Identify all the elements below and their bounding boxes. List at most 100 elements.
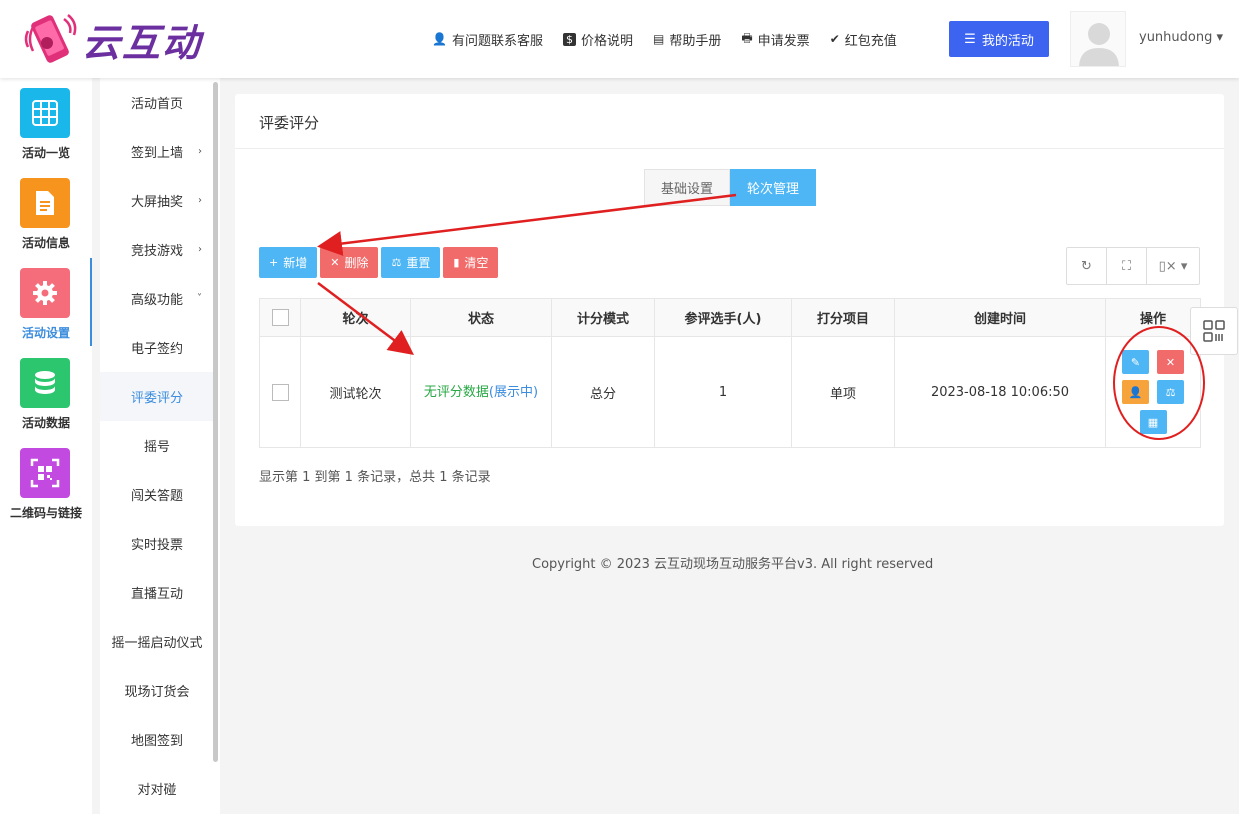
clear-button[interactable]: ▮ 清空	[443, 247, 499, 278]
sub-item-judge-scoring[interactable]: 评委评分	[100, 372, 214, 421]
nav-recharge[interactable]: ✔ 红包充值	[830, 30, 897, 49]
list-icon: ☰	[964, 31, 976, 47]
refresh-icon[interactable]: ↻	[1067, 248, 1107, 284]
top-header: 云互动 👤 有问题联系客服 $ 价格说明 ▤ 帮助手册 🖶 申请发票 ✔ 红包充…	[0, 0, 1239, 78]
edit-button[interactable]: ✎	[1122, 350, 1149, 374]
sub-item-order-fair[interactable]: 现场订货会	[100, 666, 214, 715]
fullscreen-icon[interactable]: ⛶	[1107, 248, 1147, 284]
caret-down-icon: ▾	[1216, 30, 1224, 45]
sub-label: 竞技游戏	[130, 244, 183, 259]
nav-label: 红包充值	[844, 33, 897, 49]
table-toolbar: + 新增 ✕ 删除 ⚖ 重置 ▮ 清空	[259, 247, 501, 278]
reset-button[interactable]: ⚖ 重置	[381, 247, 441, 278]
floating-qrcode-button[interactable]	[1190, 307, 1238, 355]
sub-item-number-draw[interactable]: 摇号	[100, 421, 214, 470]
cell-item: 单项	[791, 336, 895, 448]
sub-item-games[interactable]: 竞技游戏 ›	[100, 225, 214, 274]
cell-status: 无评分数据(展示中)	[410, 336, 552, 448]
brand-logo[interactable]: 云互动	[22, 10, 232, 68]
nav-label: 申请发票	[757, 33, 810, 49]
sub-item-lottery[interactable]: 大屏抽奖 ›	[100, 176, 214, 225]
gavel-icon: ⚖	[391, 256, 402, 269]
sub-item-map-signin[interactable]: 地图签到	[100, 715, 214, 764]
printer-icon: 🖶	[741, 30, 753, 45]
sidebar-item-qrcode-links[interactable]: 二维码与链接	[0, 438, 92, 526]
sidebar-item-activity-data[interactable]: 活动数据	[0, 348, 92, 436]
sub-item-live-vote[interactable]: 实时投票	[100, 519, 214, 568]
add-button[interactable]: + 新增	[259, 247, 318, 278]
chevron-right-icon: ›	[198, 195, 202, 206]
book-icon: ▤	[652, 32, 665, 46]
column-header[interactable]: 打分项目	[791, 298, 895, 337]
column-header[interactable]: 计分模式	[551, 298, 655, 337]
sidebar-label: 活动数据	[21, 416, 70, 430]
tab-basic-settings[interactable]: 基础设置	[644, 169, 730, 206]
column-header[interactable]: 创建时间	[894, 298, 1106, 337]
sidebar-item-activity-info[interactable]: 活动信息	[0, 168, 92, 256]
sub-item-live-interact[interactable]: 直播互动	[100, 568, 214, 617]
nav-customer-service[interactable]: 👤 有问题联系客服	[432, 30, 543, 49]
sub-label: 签到上墙	[130, 146, 183, 161]
nav-label: 有问题联系客服	[451, 33, 543, 49]
sub-item-shake-ceremony[interactable]: 摇一摇启动仪式	[100, 617, 214, 666]
cell-actions: ✎ ✕ 👤 ⚖ ▦	[1105, 336, 1201, 448]
table-header-row: 轮次 状态 计分模式 参评选手(人) 打分项目 创建时间 操作	[259, 298, 1201, 337]
times-icon: ✕	[330, 256, 340, 269]
column-header[interactable]: 状态	[410, 298, 552, 337]
nav-pricing[interactable]: $ 价格说明	[562, 30, 633, 49]
judge-scoring-card: 评委评分 基础设置 轮次管理 + 新增 ✕ 删除 ⚖ 重置 ▮ 清空 ↻ ⛶ ▯…	[235, 94, 1224, 526]
button-label: 清空	[464, 256, 489, 270]
qrcode-button[interactable]: ▦	[1139, 410, 1167, 434]
nav-label: 帮助手册	[669, 33, 722, 49]
tab-bar: 基础设置 轮次管理	[644, 169, 816, 206]
row-checkbox[interactable]	[271, 383, 289, 401]
sub-item-advanced[interactable]: 高级功能 ˅	[100, 274, 214, 323]
sub-item-activity-home[interactable]: 活动首页	[100, 78, 214, 127]
sidebar-item-activity-overview[interactable]: 活动一览	[0, 78, 92, 166]
row-reset-button[interactable]: ⚖	[1157, 380, 1184, 404]
sub-item-quiz[interactable]: 闯关答题	[100, 470, 214, 519]
sidebar-label: 二维码与链接	[9, 506, 82, 520]
column-header: 操作	[1105, 298, 1201, 337]
delete-button[interactable]: ✕ 删除	[320, 247, 379, 278]
sidebar-item-activity-settings[interactable]: 活动设置	[0, 258, 92, 346]
header-select	[259, 298, 301, 337]
sub-label: 现场订货会	[124, 685, 190, 700]
sub-sidebar-scrollbar[interactable]	[213, 82, 218, 762]
check-shield-icon: ✔	[829, 32, 840, 46]
header-nav: 👤 有问题联系客服 $ 价格说明 ▤ 帮助手册 🖶 申请发票 ✔ 红包充值	[432, 26, 917, 52]
user-menu[interactable]: yunhudong ▾	[1139, 30, 1223, 45]
chevron-down-icon: ˅	[197, 293, 202, 304]
column-header[interactable]: 轮次	[300, 298, 411, 337]
avatar[interactable]	[1070, 11, 1126, 67]
column-header[interactable]: 参评选手(人)	[654, 298, 792, 337]
nav-invoice[interactable]: 🖶 申请发票	[741, 29, 809, 50]
cell-round: 测试轮次	[300, 336, 411, 448]
my-activity-label: 我的活动	[981, 33, 1034, 49]
user-plus-icon: 👤	[432, 32, 447, 46]
sub-item-match[interactable]: 对对碰	[100, 764, 214, 813]
close-icon: ✕	[1165, 355, 1176, 369]
document-icon	[20, 178, 70, 228]
grid-icon	[20, 88, 70, 138]
cell-mode: 总分	[551, 336, 655, 448]
select-all-checkbox[interactable]	[271, 309, 289, 326]
cell-created: 2023-08-18 10:06:50	[894, 336, 1106, 448]
sub-item-signin-wall[interactable]: 签到上墙 ›	[100, 127, 214, 176]
gear-icon	[20, 268, 70, 318]
table-tools: ↻ ⛶ ▯× ▾	[1066, 247, 1200, 285]
my-activity-button[interactable]: ☰ 我的活动	[949, 21, 1049, 57]
database-icon	[20, 358, 70, 408]
tab-round-management[interactable]: 轮次管理	[730, 169, 816, 206]
user-icon: 👤	[1128, 385, 1143, 399]
sub-label: 活动首页	[130, 97, 183, 112]
columns-icon[interactable]: ▯× ▾	[1147, 248, 1199, 284]
sub-label: 电子签约	[130, 342, 183, 357]
nav-help-manual[interactable]: ▤ 帮助手册	[653, 30, 721, 49]
cell-players: 1	[654, 336, 792, 448]
icon-sidebar: 活动一览 活动信息 活动设置 活动数据 二维码与链接	[0, 78, 92, 814]
plus-icon: +	[269, 256, 279, 269]
sub-item-e-sign[interactable]: 电子签约	[100, 323, 214, 372]
row-delete-button[interactable]: ✕	[1157, 350, 1184, 374]
judges-button[interactable]: 👤	[1122, 380, 1149, 404]
